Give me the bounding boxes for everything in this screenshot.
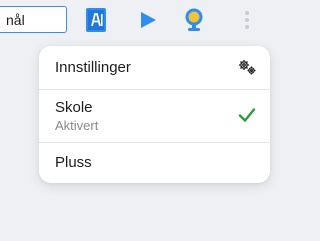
- dropdown-menu: Innstillinger Skole Aktivert Pluss: [39, 46, 270, 183]
- more-options-icon[interactable]: [244, 11, 250, 33]
- menu-item-label: Skole: [55, 99, 93, 116]
- play-button[interactable]: [134, 6, 162, 34]
- play-icon: [141, 12, 156, 28]
- toolbar: nål: [0, 0, 273, 40]
- menu-item-label: Innstillinger: [55, 59, 131, 76]
- menu-item-plus[interactable]: Pluss: [39, 143, 270, 183]
- menu-item-school[interactable]: Skole Aktivert: [39, 90, 270, 143]
- read-aloud-button[interactable]: [180, 6, 208, 34]
- checkmark-icon: [238, 108, 256, 122]
- app-window: nål Innstillinger Skole Aktivert Pluss: [0, 0, 273, 241]
- menu-item-status: Aktivert: [55, 118, 99, 133]
- search-input[interactable]: nål: [0, 6, 67, 33]
- dictionary-button[interactable]: [82, 6, 110, 34]
- menu-item-settings[interactable]: Innstillinger: [39, 46, 270, 90]
- gears-icon: [239, 60, 256, 75]
- menu-item-label: Pluss: [55, 154, 92, 171]
- read-aloud-icon: [185, 8, 203, 31]
- dictionary-icon: [86, 8, 106, 32]
- search-input-value: nål: [6, 12, 25, 28]
